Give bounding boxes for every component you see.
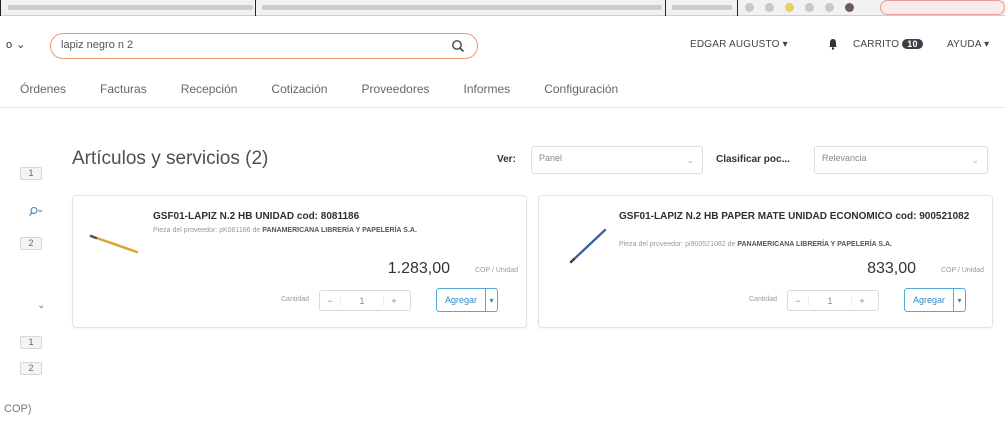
product-card: GSF01-LAPIZ N.2 HB UNIDAD cod: 8081186 P… [72,195,527,328]
quantity-stepper[interactable]: − 1 + [319,290,411,311]
toolbar-blurred-text [262,5,662,10]
add-to-cart-button[interactable]: Agregar ▾ [904,288,967,312]
filter-count-chip[interactable]: 2 [20,237,42,250]
help-label: AYUDA [947,39,982,50]
sort-select-value: Relevancia [822,153,867,163]
filter-count-chip[interactable]: 1 [20,336,42,349]
supplier-part-text: Pieza del proveedor: pK081186 de [153,227,261,234]
view-select[interactable]: Panel ⌄ [531,146,703,174]
user-menu[interactable]: EDGAR AUGUSTO ▾ [690,39,788,50]
user-name: EDGAR AUGUSTO [690,39,780,50]
supplier-name[interactable]: PANAMERICANA LIBRERÍA Y PAPELERÍA S.A. [737,241,892,248]
product-card: GSF01-LAPIZ N.2 HB PAPER MATE UNIDAD ECO… [538,195,993,328]
search-scope-select[interactable]: o ⌄ [6,38,26,52]
quantity-value[interactable]: 1 [808,295,852,306]
nav-item-facturas[interactable]: Facturas [100,82,147,96]
toolbar-icon[interactable] [825,3,834,12]
help-menu[interactable]: AYUDA ▾ [947,39,989,50]
quantity-label: Cantidad [749,296,778,303]
nav-item-recepcion[interactable]: Recepción [181,82,238,96]
product-supplier-line: Pieza del proveedor: pi900521082 de PANA… [619,241,892,248]
toolbar-blurred-text [8,5,253,10]
add-button-label: Agregar [445,295,478,305]
chevron-down-icon: ▾ [984,39,990,50]
toolbar-icon[interactable] [765,3,774,12]
nav-item-ordenes[interactable]: Órdenes [20,82,66,96]
chevron-down-icon: ⌄ [16,39,26,51]
price-unit: COP / Unidad [940,267,984,274]
currency-label: COP) [4,403,32,415]
price-unit: COP / Unidad [474,267,518,274]
toolbar-separator [0,0,1,16]
quantity-stepper[interactable]: − 1 + [787,290,879,311]
nav-item-proveedores[interactable]: Proveedores [361,82,429,96]
bell-icon[interactable] [828,38,838,50]
filter-search-icon[interactable] [26,206,43,217]
add-to-cart-button[interactable]: Agregar ▾ [436,288,499,312]
search-input[interactable] [61,39,441,51]
profile-avatar-icon[interactable] [845,3,854,12]
toolbar-separator [665,0,666,16]
filter-count-chip[interactable]: 2 [20,362,42,375]
search-box[interactable] [50,33,478,59]
chevron-down-icon[interactable]: ▾ [953,289,965,311]
view-select-value: Panel [539,153,563,163]
pencil-image [569,228,607,264]
browser-toolbar-strip [0,0,1005,16]
cart-count-badge: 10 [902,39,923,49]
product-price: 1.283,00 [387,260,450,277]
supplier-name[interactable]: PANAMERICANA LIBRERÍA Y PAPELERÍA S.A. [262,227,417,234]
nav-item-configuracion[interactable]: Configuración [544,82,618,96]
product-title[interactable]: GSF01-LAPIZ N.2 HB PAPER MATE UNIDAD ECO… [619,210,979,223]
results-title: Artículos y servicios (2) [72,148,269,169]
scope-value: o [6,38,13,51]
product-title[interactable]: GSF01-LAPIZ N.2 HB UNIDAD cod: 8081186 [153,210,503,223]
minus-icon[interactable]: − [788,296,808,306]
toolbar-separator [255,0,256,16]
minus-icon[interactable]: − [320,296,340,306]
chevron-down-icon: ⌄ [971,155,979,165]
sort-select[interactable]: Relevancia ⌄ [814,146,988,174]
toolbar-icon[interactable] [805,3,814,12]
sort-label: Clasificar poc... [716,154,790,165]
nav-item-informes[interactable]: Informes [464,82,511,96]
browser-update-pill[interactable] [880,0,1005,15]
toolbar-icon[interactable] [745,3,754,12]
cart-label: CARRITO [853,39,900,50]
cart-button[interactable]: CARRITO 10 [853,39,923,50]
supplier-part-text: Pieza del proveedor: pi900521082 de [619,241,736,248]
quantity-value[interactable]: 1 [340,295,384,306]
toolbar-blurred-text [672,5,732,10]
pencil-image [89,234,139,254]
view-label: Ver: [497,154,516,165]
star-icon[interactable] [785,3,794,12]
quantity-label: Cantidad [281,296,310,303]
plus-icon[interactable]: + [384,296,404,306]
chevron-down-icon[interactable]: ▾ [485,289,497,311]
nav-item-cotizacion[interactable]: Cotización [271,82,327,96]
toolbar-separator [737,0,738,16]
main-nav: Órdenes Facturas Recepción Cotización Pr… [20,82,652,96]
plus-icon[interactable]: + [852,296,872,306]
filter-count-chip[interactable]: 1 [20,167,42,180]
product-price: 833,00 [867,260,916,277]
chevron-down-icon[interactable]: ⌄ [37,300,45,311]
nav-divider [0,107,1005,108]
chevron-down-icon: ⌄ [686,155,694,165]
chevron-down-icon: ▾ [782,39,788,50]
add-button-label: Agregar [913,295,946,305]
product-supplier-line: Pieza del proveedor: pK081186 de PANAMER… [153,227,417,234]
search-icon[interactable] [451,39,465,53]
